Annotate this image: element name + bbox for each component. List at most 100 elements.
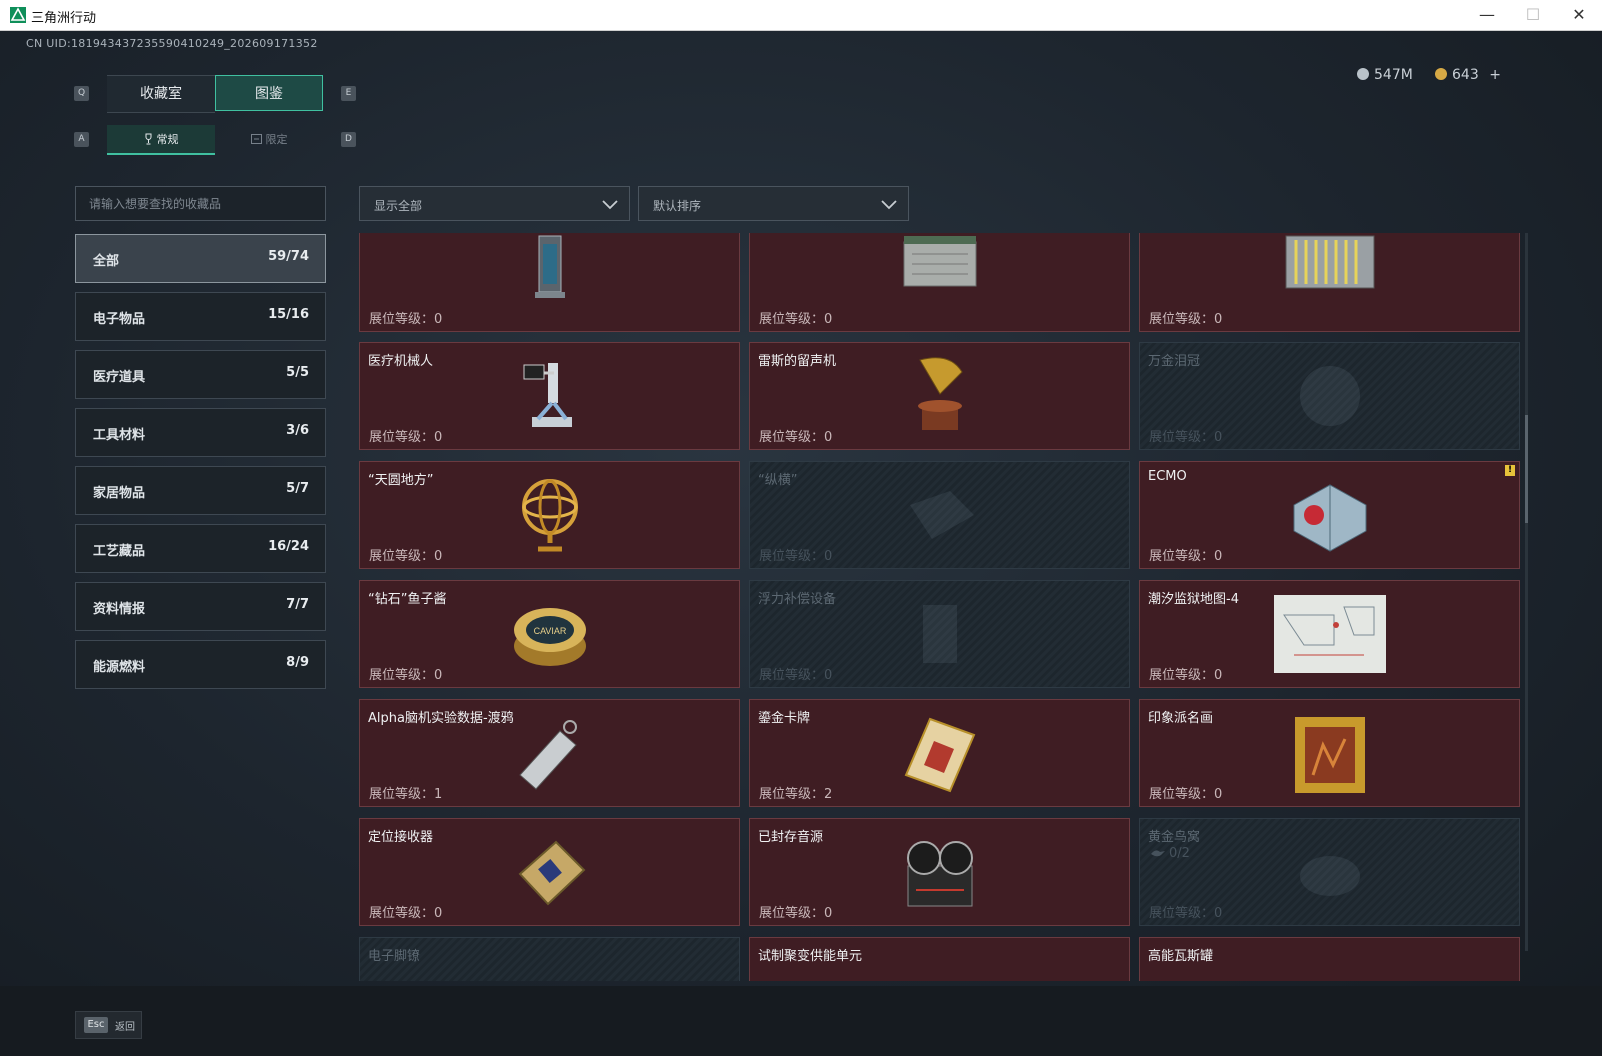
key-a: A <box>74 132 89 147</box>
collection-card[interactable]: 高能瓦斯罐 <box>1139 937 1520 981</box>
collection-card-locked[interactable]: 万金泪冠 展位等级：0 <box>1139 342 1520 450</box>
category-medical[interactable]: 医疗道具 5/5 <box>75 350 326 399</box>
back-label: 返回 <box>115 1022 135 1033</box>
category-count: 5/5 <box>286 365 309 380</box>
display-level: 展位等级：1 <box>369 787 443 802</box>
collection-card[interactable]: 展位等级：0 <box>749 233 1130 332</box>
collection-card[interactable]: 展位等级：0 <box>1139 233 1520 332</box>
server-case-icon <box>903 236 976 287</box>
collection-card-locked[interactable]: 浮力补偿设备 展位等级：0 <box>749 580 1130 688</box>
display-level: 展位等级：0 <box>1149 430 1223 445</box>
collection-card[interactable]: ECMO 展位等级：0 ! <box>1139 461 1520 569</box>
chevron-down-icon <box>881 200 897 210</box>
item-name: 高能瓦斯罐 <box>1148 949 1214 964</box>
crown-icon <box>1299 366 1360 426</box>
item-name: 电子脚镣 <box>368 949 421 964</box>
display-level: 展位等级：0 <box>369 668 443 683</box>
grid-scrollbar-thumb[interactable] <box>1525 415 1528 523</box>
caviar-tin-icon: CAVIAR <box>513 608 586 666</box>
esc-key: Esc <box>84 1017 108 1033</box>
collection-card[interactable]: 雷斯的留声机 展位等级：0 <box>749 342 1130 450</box>
collection-card[interactable]: 展位等级：0 <box>359 233 740 332</box>
grid-scrollbar-track[interactable] <box>1525 233 1528 951</box>
gramophone-icon <box>917 357 963 430</box>
item-name: 万金泪冠 <box>1148 354 1201 369</box>
collection-card-locked[interactable]: 电子脚镣 <box>359 937 740 981</box>
collection-card[interactable]: 已封存音源 展位等级：0 <box>749 818 1130 926</box>
collection-card[interactable]: 定位接收器 展位等级：0 <box>359 818 740 926</box>
item-name: 已封存音源 <box>758 830 824 845</box>
app-logo-icon <box>10 7 26 23</box>
category-electronics[interactable]: 电子物品 15/16 <box>75 292 326 341</box>
subtab-regular[interactable]: 常规 <box>107 125 215 155</box>
collection-card[interactable]: 潮汐监狱地图-4 展位等级：0 <box>1139 580 1520 688</box>
sort-dropdown[interactable]: 默认排序 <box>638 186 909 221</box>
display-level: 展位等级：0 <box>1149 549 1223 564</box>
game-viewport: CN UID:181943437235590410249_20260917135… <box>0 31 1602 1056</box>
display-level: 展位等级：0 <box>369 430 443 445</box>
display-level: 展位等级：0 <box>369 549 443 564</box>
category-crafts[interactable]: 工艺藏品 16/24 <box>75 524 326 573</box>
trophy-icon <box>145 133 151 145</box>
collection-search-input[interactable] <box>75 186 326 221</box>
item-name: 印象派名画 <box>1148 711 1214 726</box>
display-level: 展位等级：0 <box>759 430 833 445</box>
collection-card[interactable]: Alpha脑机实验数据-渡鸦 展位等级：1 <box>359 699 740 807</box>
display-level: 展位等级：0 <box>759 906 833 921</box>
category-all[interactable]: 全部 59/74 <box>75 234 326 283</box>
minimize-button[interactable]: — <box>1464 0 1510 30</box>
item-name: 鎏金卡牌 <box>758 711 811 726</box>
painting-icon <box>1294 717 1365 794</box>
display-filter-dropdown[interactable]: 显示全部 <box>359 186 630 221</box>
add-currency-button[interactable]: + <box>1489 67 1501 83</box>
category-household[interactable]: 家居物品 5/7 <box>75 466 326 515</box>
subtab-limited[interactable]: 限定 <box>215 125 323 155</box>
key-e: E <box>341 86 356 101</box>
category-name: 工艺藏品 <box>93 544 146 559</box>
key-d: D <box>341 132 356 147</box>
gas-canister-icon <box>1302 978 1358 981</box>
display-level: 展位等级：0 <box>759 668 833 683</box>
gilded-card-icon <box>904 717 975 793</box>
item-name: “天圆地方” <box>368 473 434 488</box>
collection-card[interactable]: 鎏金卡牌 展位等级：2 <box>749 699 1130 807</box>
player-uid: CN UID:181943437235590410249_20260917135… <box>26 37 318 50</box>
display-level: 展位等级：0 <box>1149 906 1223 921</box>
item-name: Alpha脑机实验数据-渡鸦 <box>368 711 514 726</box>
category-tools[interactable]: 工具材料 3/6 <box>75 408 326 457</box>
category-name: 医疗道具 <box>93 370 146 385</box>
item-name: 浮力补偿设备 <box>758 592 837 607</box>
item-name: 黄金鸟窝 <box>1148 830 1201 845</box>
collection-card[interactable]: 试制聚变供能单元 <box>749 937 1130 981</box>
collection-card[interactable]: “钻石”鱼子酱 CAVIAR 展位等级：0 <box>359 580 740 688</box>
tab-collection-room[interactable]: 收藏室 <box>107 75 215 113</box>
display-level: 展位等级：0 <box>759 549 833 564</box>
category-intel[interactable]: 资料情报 7/7 <box>75 582 326 631</box>
category-fuel[interactable]: 能源燃料 8/9 <box>75 640 326 689</box>
collection-card-locked[interactable]: 黄金鸟窝 0/2 展位等级：0 <box>1139 818 1520 926</box>
collection-card-locked[interactable]: “纵横” 展位等级：0 <box>749 461 1130 569</box>
back-button[interactable]: Esc 返回 <box>75 1011 142 1039</box>
category-name: 工具材料 <box>93 428 146 443</box>
item-name: ECMO <box>1148 469 1187 484</box>
sort-value: 默认排序 <box>653 199 702 213</box>
item-name: 潮汐监狱地图-4 <box>1148 592 1239 607</box>
gold-coin-icon <box>1435 68 1447 80</box>
bird-nest-icon <box>1299 856 1360 896</box>
collection-card[interactable]: 医疗机械人 展位等级：0 <box>359 342 740 450</box>
display-level: 展位等级：2 <box>759 787 833 802</box>
collection-card[interactable]: 印象派名画 展位等级：0 <box>1139 699 1520 807</box>
tab-catalog[interactable]: 图鉴 <box>215 75 323 111</box>
display-level: 展位等级：0 <box>1149 312 1223 327</box>
tesla-coil-icon <box>534 235 565 299</box>
chessboard-icon <box>909 491 974 539</box>
collection-grid: 展位等级：0 展位等级：0 展位等级：0 医疗机械人 展位等级：0 雷斯的留声机 <box>359 233 1521 981</box>
collection-card[interactable]: “天圆地方” 展位等级：0 <box>359 461 740 569</box>
warning-badge: ! <box>1505 465 1515 476</box>
bottom-bar <box>0 986 1602 1056</box>
fusion-unit-icon <box>910 978 970 981</box>
close-button[interactable]: ✕ <box>1556 0 1602 30</box>
maximize-button[interactable]: ☐ <box>1510 0 1556 30</box>
display-level: 展位等级：0 <box>369 312 443 327</box>
ecmo-machine-icon <box>1293 484 1366 552</box>
